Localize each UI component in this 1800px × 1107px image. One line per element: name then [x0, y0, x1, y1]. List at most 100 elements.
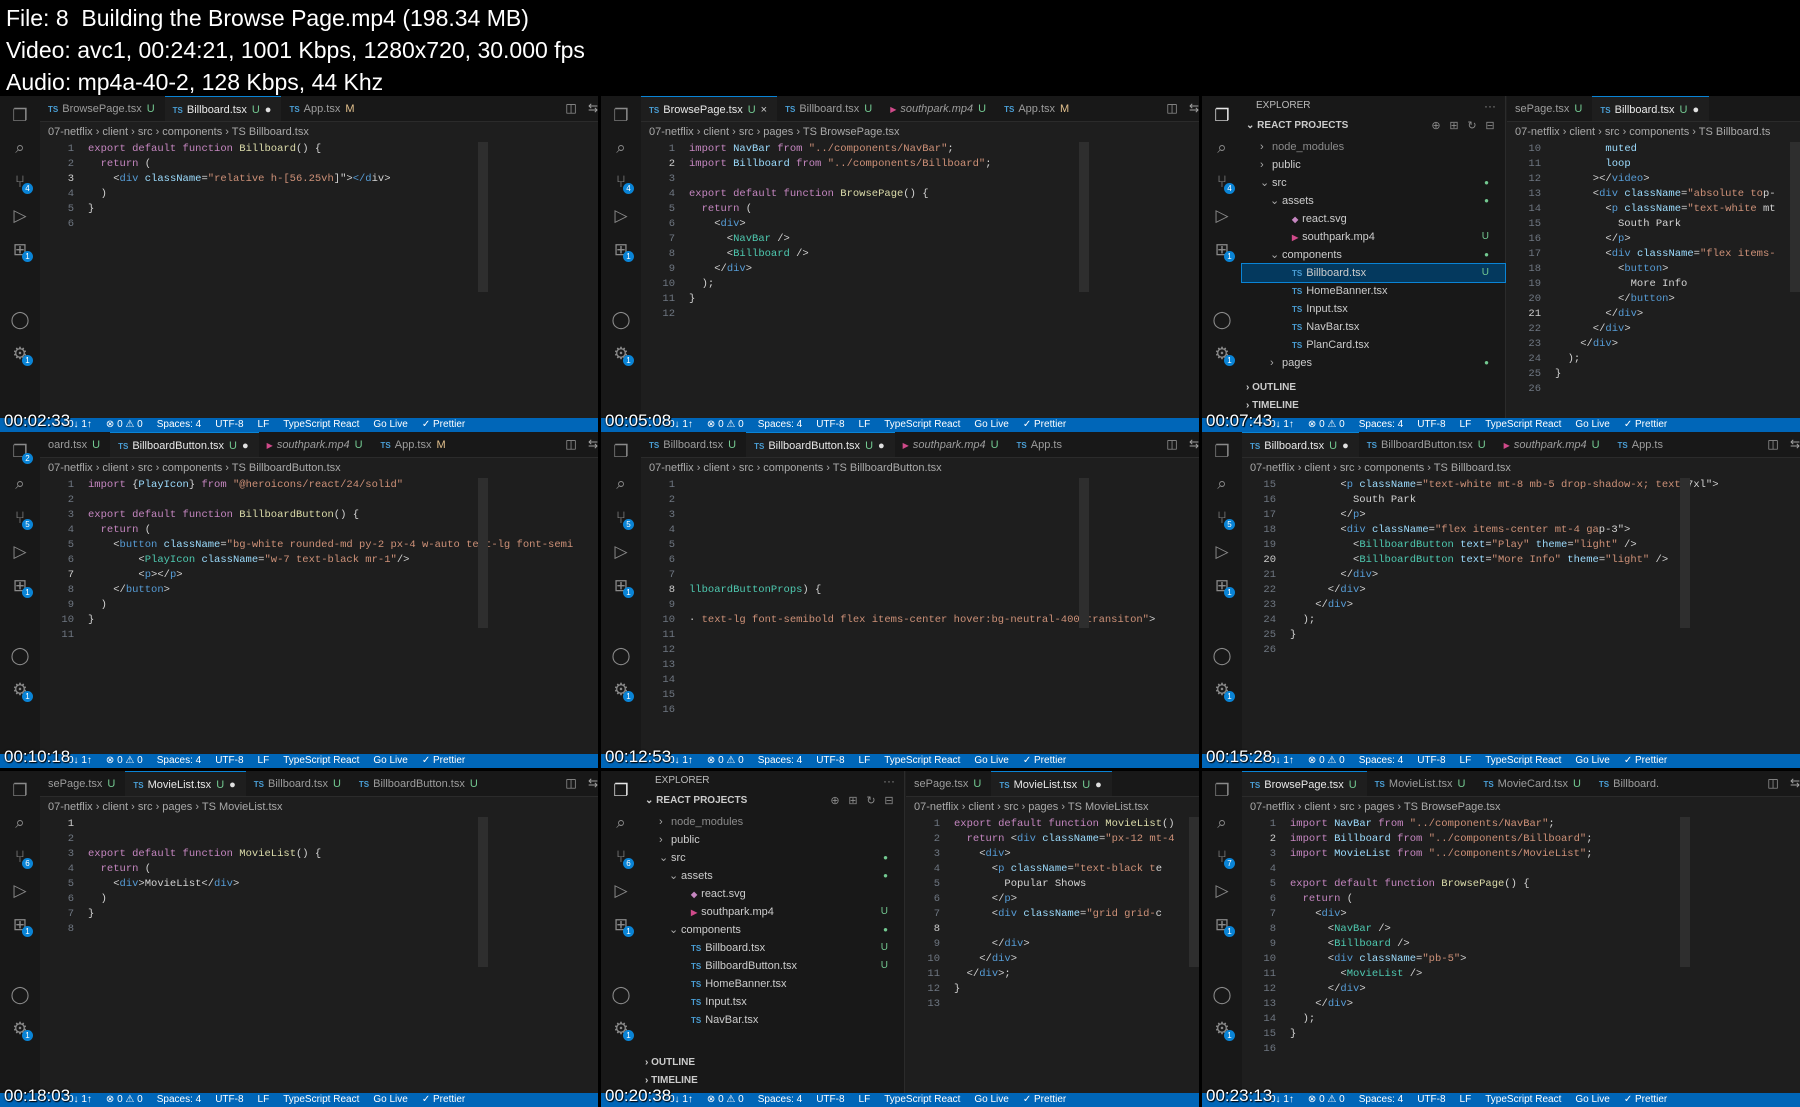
tree-item[interactable]: › node_modules	[641, 813, 904, 831]
run-debug-icon[interactable]: ▷	[1212, 881, 1232, 901]
extensions-icon[interactable]: ⊞ 1	[10, 576, 33, 598]
branch-item[interactable]: 0↓ 1↑	[1270, 754, 1294, 768]
account-icon[interactable]: ◯	[1212, 646, 1232, 666]
files-icon[interactable]: ❐	[10, 106, 30, 126]
encoding-item[interactable]: UTF-8	[816, 1093, 844, 1107]
editor-tab[interactable]: TS App.ts	[1009, 432, 1072, 457]
editor-tab[interactable]: TS Billboard.	[1591, 771, 1669, 796]
spaces-item[interactable]: Spaces: 4	[1359, 754, 1403, 768]
editor-tab[interactable]: TS Billboard.tsx U ●	[1242, 432, 1359, 457]
encoding-item[interactable]: UTF-8	[816, 418, 844, 432]
collapse-icon[interactable]: ⊟	[1482, 118, 1498, 134]
account-icon[interactable]: ◯	[10, 985, 30, 1005]
editor-tab[interactable]: ▶ southpark.mp4 U	[259, 432, 373, 457]
editor-tab[interactable]: TS Billboard.tsx U	[246, 771, 351, 796]
code-editor[interactable]: 1 export default function MovieList() 2 re…	[906, 817, 1199, 1012]
prettier-item[interactable]: ✓ Prettier	[422, 1093, 465, 1107]
search-icon[interactable]: ⌕	[1212, 813, 1232, 833]
source-control-icon[interactable]: ⑂ 5	[611, 508, 634, 530]
account-icon[interactable]: ◯	[611, 646, 631, 666]
branch-item[interactable]: 0↓ 1↑	[68, 418, 92, 432]
code-editor[interactable]: 1 2 3 4 5 6 7 8 llboardButtonProps) {9 10 · text-l…	[641, 478, 1199, 718]
eol-item[interactable]: LF	[859, 754, 871, 768]
prettier-item[interactable]: ✓ Prettier	[422, 754, 465, 768]
editor-scrollbar[interactable]	[1790, 142, 1800, 292]
settings-gear-icon[interactable]: ⚙ 1	[611, 344, 634, 366]
go-live-item[interactable]: Go Live	[1575, 1093, 1609, 1107]
new-folder-icon[interactable]: ⊞	[845, 793, 861, 809]
source-control-icon[interactable]: ⑂ 4	[611, 172, 634, 194]
editor-scrollbar[interactable]	[1079, 142, 1089, 292]
tree-item[interactable]: ▶ southpark.mp4 U	[1242, 228, 1505, 246]
editor-tab[interactable]: TS BrowsePage.tsx U	[40, 96, 165, 121]
language-item[interactable]: TypeScript React	[283, 1093, 359, 1107]
language-item[interactable]: TypeScript React	[283, 418, 359, 432]
editor-tab[interactable]: TS BrowsePage.tsx U	[1242, 771, 1367, 796]
tree-item[interactable]: ◆ react.svg	[641, 885, 904, 903]
editor-scrollbar[interactable]	[1680, 817, 1690, 967]
account-icon[interactable]: ◯	[1212, 310, 1232, 330]
breadcrumb[interactable]: 07-netflix › client › src › components ›…	[649, 460, 942, 476]
files-icon[interactable]: ❐	[611, 781, 631, 801]
language-item[interactable]: TypeScript React	[1485, 418, 1561, 432]
branch-item[interactable]: 0↓ 1↑	[669, 754, 693, 768]
run-debug-icon[interactable]: ▷	[611, 881, 631, 901]
settings-gear-icon[interactable]: ⚙ 1	[10, 680, 33, 702]
collapse-icon[interactable]: ⊟	[881, 793, 897, 809]
editor-tab[interactable]: TS BillboardButton.tsx U	[351, 771, 488, 796]
go-live-item[interactable]: Go Live	[373, 754, 407, 768]
branch-item[interactable]: 0↓ 1↑	[669, 1093, 693, 1107]
breadcrumb[interactable]: 07-netflix › client › src › components ›…	[48, 124, 309, 140]
extensions-icon[interactable]: ⊞ 1	[611, 576, 634, 598]
editor-tab[interactable]: TS App.tsx M	[373, 432, 456, 457]
tree-item[interactable]: ⌄ components ●	[1242, 246, 1505, 264]
prettier-item[interactable]: ✓ Prettier	[1023, 754, 1066, 768]
compare-changes-icon[interactable]: ⇆	[584, 435, 598, 453]
editor-tab[interactable]: sePage.tsx U	[40, 771, 125, 796]
tree-item[interactable]: TS Input.tsx	[1242, 300, 1505, 318]
tree-item[interactable]: › public	[641, 831, 904, 849]
new-folder-icon[interactable]: ⊞	[1446, 118, 1462, 134]
tree-item[interactable]: ⌄ assets ●	[641, 867, 904, 885]
editor-tab[interactable]: TS App.ts	[1610, 432, 1673, 457]
editor-tab[interactable]: TS MovieList.tsx U ●	[125, 771, 246, 796]
compare-changes-icon[interactable]: ⇆	[1185, 435, 1199, 453]
branch-item[interactable]: 0↓ 1↑	[1270, 418, 1294, 432]
problems-item[interactable]: ⊗ 0 ⚠ 0	[707, 418, 744, 432]
settings-gear-icon[interactable]: ⚙ 1	[1212, 680, 1235, 702]
breadcrumb[interactable]: 07-netflix › client › src › pages › TS B…	[649, 124, 899, 140]
tree-item[interactable]: ⌄ src ●	[641, 849, 904, 867]
language-item[interactable]: TypeScript React	[884, 418, 960, 432]
tree-item[interactable]: TS Billboard.tsx U	[641, 939, 904, 957]
explorer-more-icon[interactable]: ···	[879, 771, 899, 791]
problems-item[interactable]: ⊗ 0 ⚠ 0	[707, 754, 744, 768]
eol-item[interactable]: LF	[258, 754, 270, 768]
tree-item[interactable]: ▶ southpark.mp4 U	[641, 903, 904, 921]
compare-changes-icon[interactable]: ⇆	[1786, 774, 1800, 792]
breadcrumb[interactable]: 07-netflix › client › src › components ›…	[1515, 124, 1770, 140]
encoding-item[interactable]: UTF-8	[1417, 418, 1445, 432]
refresh-icon[interactable]: ↻	[863, 793, 879, 809]
encoding-item[interactable]: UTF-8	[1417, 1093, 1445, 1107]
tree-item[interactable]: TS NavBar.tsx	[1242, 318, 1505, 336]
split-editor-icon[interactable]: ◫	[1163, 435, 1181, 453]
code-editor[interactable]: 15 <p className="text-white mt-8 mb-5 dr…	[1242, 478, 1800, 658]
language-item[interactable]: TypeScript React	[884, 1093, 960, 1107]
code-editor[interactable]: 1 import NavBar from "../components/NavBa…	[1242, 817, 1800, 1057]
editor-scrollbar[interactable]	[478, 142, 488, 292]
run-debug-icon[interactable]: ▷	[10, 206, 30, 226]
files-icon[interactable]: ❐	[611, 442, 631, 462]
compare-changes-icon[interactable]: ⇆	[1185, 99, 1199, 117]
go-live-item[interactable]: Go Live	[1575, 754, 1609, 768]
editor-scrollbar[interactable]	[1189, 817, 1199, 967]
run-debug-icon[interactable]: ▷	[611, 542, 631, 562]
explorer-more-icon[interactable]: ···	[1480, 96, 1500, 116]
search-icon[interactable]: ⌕	[10, 474, 30, 494]
eol-item[interactable]: LF	[859, 1093, 871, 1107]
source-control-icon[interactable]: ⑂ 5	[10, 508, 33, 530]
problems-item[interactable]: ⊗ 0 ⚠ 0	[1308, 754, 1345, 768]
files-icon[interactable]: ❐	[611, 106, 631, 126]
source-control-icon[interactable]: ⑂ 4	[10, 172, 33, 194]
tree-item[interactable]: ⌄ assets ●	[1242, 192, 1505, 210]
search-icon[interactable]: ⌕	[611, 813, 631, 833]
